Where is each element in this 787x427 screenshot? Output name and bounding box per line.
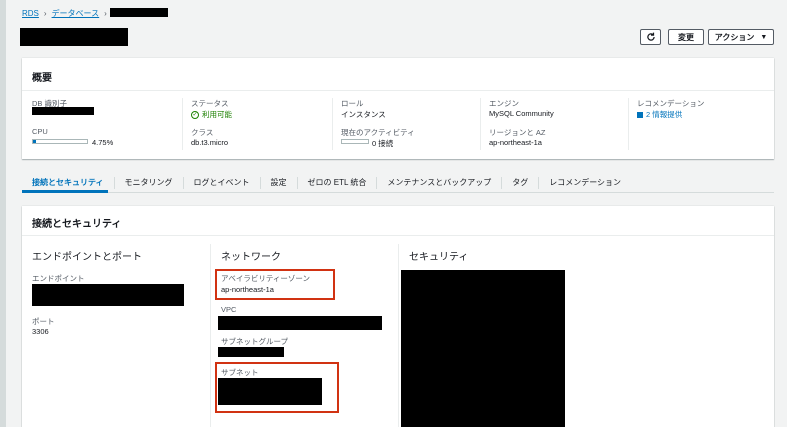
refresh-icon: [646, 32, 655, 41]
vpc-label: VPC: [221, 305, 237, 314]
role-value: インスタンス: [341, 110, 386, 119]
status-value: 利用可能: [202, 110, 232, 119]
connectivity-title: 接続とセキュリティ: [32, 219, 122, 230]
tab-connectivity-security[interactable]: 接続とセキュリティ: [22, 176, 115, 189]
redacted-endpoint: [32, 284, 184, 306]
active-tab-indicator: [22, 190, 108, 193]
tab-monitoring[interactable]: モニタリング: [115, 176, 184, 189]
tab-maintenance-backup[interactable]: メンテナンスとバックアップ: [377, 176, 503, 189]
breadcrumb-separator-icon: ›: [43, 8, 47, 18]
activity-bar: [341, 139, 369, 144]
security-section-title: セキュリティ: [409, 252, 469, 263]
tab-recommendations[interactable]: レコメンデーション: [539, 177, 631, 189]
connectivity-divider: [22, 235, 774, 236]
redacted-vpc: [218, 316, 382, 330]
breadcrumb: RDS › データベース ›: [22, 7, 112, 19]
network-section-title: ネットワーク: [221, 252, 281, 263]
subnet-group-label: サブネットグループ: [221, 337, 289, 346]
breadcrumb-databases[interactable]: データベース: [52, 8, 100, 19]
redacted-db-identifier: [32, 107, 94, 115]
caret-down-icon: ▼: [760, 33, 768, 41]
redacted-security-details: [401, 270, 565, 427]
cpu-label: CPU: [32, 127, 48, 136]
endpoint-label: エンドポイント: [32, 274, 85, 283]
redacted-page-title: [20, 28, 128, 46]
cpu-value: 4.75%: [92, 138, 114, 147]
az-label: アベイラビリティーゾーン: [221, 274, 311, 283]
endpoint-section-title: エンドポイントとポート: [32, 252, 142, 263]
network-section: ネットワーク アベイラビリティーゾーン ap-northeast-1a VPC …: [210, 244, 398, 427]
status-badge: ✓ 利用可能: [191, 109, 232, 120]
summary-col-identity: DB 識別子 CPU 4.75%: [32, 98, 192, 150]
summary-col-recommendations: レコメンデーション 2 情報提供: [628, 98, 768, 150]
activity-value: 0 接続: [372, 139, 394, 148]
refresh-button[interactable]: [640, 29, 661, 45]
summary-col-role: ロール インスタンス 現在のアクティビティ 0 接続: [332, 98, 480, 150]
endpoint-section: エンドポイントとポート エンドポイント ポート 3306: [32, 244, 208, 427]
connectivity-panel: 接続とセキュリティ エンドポイントとポート エンドポイント ポート 3306 ネ…: [22, 206, 774, 427]
breadcrumb-separator-icon: ›: [104, 8, 107, 18]
region-value: ap-northeast-1a: [489, 138, 542, 147]
actions-dropdown-button[interactable]: アクション ▼: [708, 29, 774, 45]
tab-zero-etl[interactable]: ゼロの ETL 統合: [298, 176, 378, 189]
detail-tabs: 接続とセキュリティ モニタリング ログとイベント 設定 ゼロの ETL 統合 メ…: [22, 173, 774, 193]
summary-divider: [22, 90, 774, 91]
tab-tags[interactable]: タグ: [502, 176, 540, 189]
port-label: ポート: [32, 317, 55, 326]
summary-col-status: ステータス ✓ 利用可能 クラス db.t3.micro: [182, 98, 332, 150]
subnet-label: サブネット: [221, 368, 259, 377]
status-label: ステータス: [191, 99, 229, 108]
breadcrumb-rds[interactable]: RDS: [22, 9, 39, 18]
engine-value: MySQL Community: [489, 109, 554, 118]
security-section: セキュリティ: [398, 244, 768, 427]
cpu-usage-bar: [32, 139, 88, 144]
summary-col-engine: エンジン MySQL Community リージョンと AZ ap-northe…: [480, 98, 628, 150]
recommendations-link[interactable]: 2 情報提供: [637, 109, 682, 120]
edit-button-label: 変更: [678, 32, 694, 42]
tab-configuration[interactable]: 設定: [261, 176, 298, 189]
port-value: 3306: [32, 327, 49, 336]
check-circle-icon: ✓: [191, 110, 199, 119]
cpu-usage-fill: [33, 140, 36, 143]
recommendations-label: レコメンデーション: [637, 99, 705, 108]
tab-logs-events[interactable]: ログとイベント: [184, 176, 261, 189]
summary-title: 概要: [32, 73, 52, 84]
edit-button[interactable]: 変更: [668, 29, 704, 45]
summary-panel: 概要 DB 識別子 CPU 4.75% ステータス ✓ 利用可能 クラス db.…: [22, 58, 774, 159]
info-square-icon: [637, 111, 643, 118]
engine-label: エンジン: [489, 99, 519, 108]
redacted-breadcrumb-db-name: [110, 8, 168, 17]
redacted-subnet: [218, 378, 322, 405]
role-label: ロール: [341, 99, 364, 108]
activity-label: 現在のアクティビティ: [341, 128, 415, 137]
region-label: リージョンと AZ: [489, 128, 546, 137]
recommendations-value: 2 情報提供: [646, 110, 683, 119]
class-value: db.t3.micro: [191, 138, 229, 147]
class-label: クラス: [191, 128, 214, 137]
redacted-subnet-group: [218, 347, 284, 357]
actions-button-label: アクション: [714, 32, 755, 42]
left-edge-scroll: [0, 0, 6, 427]
az-value: ap-northeast-1a: [221, 285, 274, 294]
